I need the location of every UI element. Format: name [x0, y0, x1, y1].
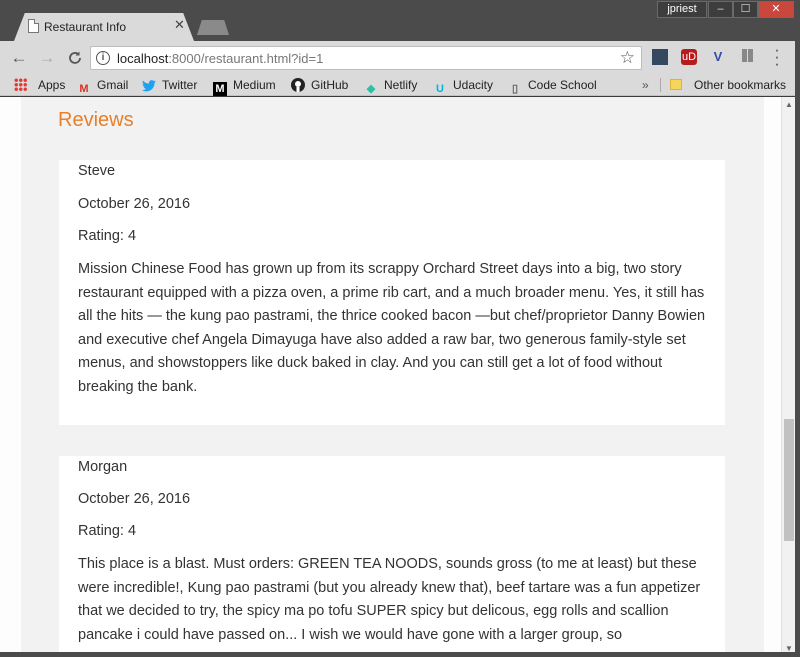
bookmarks-divider	[660, 78, 661, 92]
info-icon[interactable]: i	[96, 51, 110, 65]
bookmarks-bar: Apps M Gmail Twitter M Medium GitHub ◆ Netl…	[0, 74, 800, 96]
url-path: :8000/restaurant.html?id=1	[168, 51, 324, 66]
scrollbar-thumb[interactable]	[784, 419, 794, 541]
scroll-up-icon[interactable]: ▲	[782, 97, 796, 113]
bookmark-star-icon[interactable]: ☆	[620, 48, 635, 68]
bookmark-medium[interactable]: M Medium	[213, 77, 276, 96]
url-text[interactable]: localhost:8000/restaurant.html?id=1	[117, 51, 323, 66]
window-titlebar: Restaurant Info ✕ jpriest – ☐ ✕	[0, 0, 800, 41]
ublock-icon[interactable]: uD	[681, 49, 697, 65]
bookmark-other[interactable]: Other bookmarks	[670, 77, 786, 93]
review-author: Morgan	[78, 459, 128, 475]
bookmark-netlify[interactable]: ◆ Netlify	[364, 77, 418, 95]
tab-title: Restaurant Info	[44, 20, 127, 34]
bookmarks-overflow-button[interactable]: »	[642, 77, 649, 93]
browser-toolbar: ← → i localhost:8000/restaurant.html?id=…	[0, 41, 800, 74]
netlify-icon: ◆	[366, 83, 376, 95]
page-icon	[28, 19, 39, 33]
bookmark-github[interactable]: GitHub	[291, 77, 348, 93]
bookmark-label: Medium	[233, 78, 276, 92]
browser-tab[interactable]: Restaurant Info ✕	[14, 13, 194, 41]
bookmark-label: Code School	[528, 78, 597, 92]
bookmark-label: GitHub	[311, 78, 349, 92]
apps-grid-icon	[14, 78, 27, 91]
reload-icon[interactable]	[64, 47, 86, 69]
back-arrow-icon[interactable]: ←	[8, 47, 30, 69]
window-frame-bottom	[0, 652, 800, 657]
review-date: October 26, 2016	[78, 196, 191, 212]
github-icon	[291, 78, 305, 92]
review-date: October 26, 2016	[78, 491, 191, 507]
gmail-icon: M	[79, 83, 89, 95]
user-profile-button[interactable]: jpriest	[657, 1, 707, 18]
bookmark-label: Other bookmarks	[694, 78, 787, 92]
tab-close-icon[interactable]: ✕	[174, 17, 185, 33]
review-author: Steve	[78, 163, 116, 179]
review-card: Steve October 26, 2016 Rating: 4 Mission…	[59, 160, 725, 425]
medium-icon: M	[213, 82, 227, 96]
page-icon: ▯	[511, 83, 519, 95]
review-comments: Mission Chinese Food has grown up from i…	[78, 261, 706, 395]
extension-bars-icon[interactable]	[740, 49, 756, 65]
bookmark-udacity[interactable]: U Udacity	[433, 77, 494, 95]
address-bar[interactable]: i localhost:8000/restaurant.html?id=1 ☆	[90, 46, 642, 70]
forward-arrow-icon[interactable]: →	[36, 47, 58, 69]
review-rating: Rating: 4	[78, 523, 137, 539]
review-comments: This place is a blast. Must orders: GREE…	[78, 556, 701, 643]
review-rating: Rating: 4	[78, 228, 137, 244]
review-card: Morgan October 26, 2016 Rating: 4 This p…	[59, 456, 725, 657]
window-frame-right	[795, 41, 800, 657]
maximize-button[interactable]: ☐	[733, 1, 758, 18]
vertical-scrollbar[interactable]: ▲ ▼	[781, 97, 795, 657]
close-window-button[interactable]: ✕	[758, 1, 794, 18]
bookmark-code-school[interactable]: ▯ Code School	[508, 77, 597, 95]
extension-dark-icon[interactable]	[652, 49, 668, 65]
page-viewport: Reviews Steve October 26, 2016 Rating: 4…	[0, 97, 781, 657]
bookmark-label: Netlify	[384, 78, 418, 92]
vue-devtools-icon[interactable]: V	[710, 49, 726, 65]
bookmark-apps[interactable]: Apps	[14, 77, 65, 93]
new-tab-button[interactable]	[197, 20, 229, 35]
reviews-container: Reviews Steve October 26, 2016 Rating: 4…	[21, 97, 764, 657]
folder-icon	[670, 79, 682, 90]
bookmark-label: Gmail	[97, 78, 129, 92]
bookmark-label: Twitter	[162, 78, 198, 92]
bookmark-gmail[interactable]: M Gmail	[77, 77, 129, 95]
minimize-button[interactable]: –	[708, 1, 733, 18]
bookmark-label: Apps	[38, 78, 66, 92]
bookmark-twitter[interactable]: Twitter	[142, 77, 197, 93]
url-host: localhost	[117, 51, 169, 66]
chrome-menu-icon[interactable]: · · ·	[770, 41, 784, 72]
bookmark-label: Udacity	[453, 78, 494, 92]
twitter-icon	[142, 80, 156, 94]
reviews-heading: Reviews	[58, 109, 134, 131]
udacity-icon: U	[436, 83, 444, 95]
